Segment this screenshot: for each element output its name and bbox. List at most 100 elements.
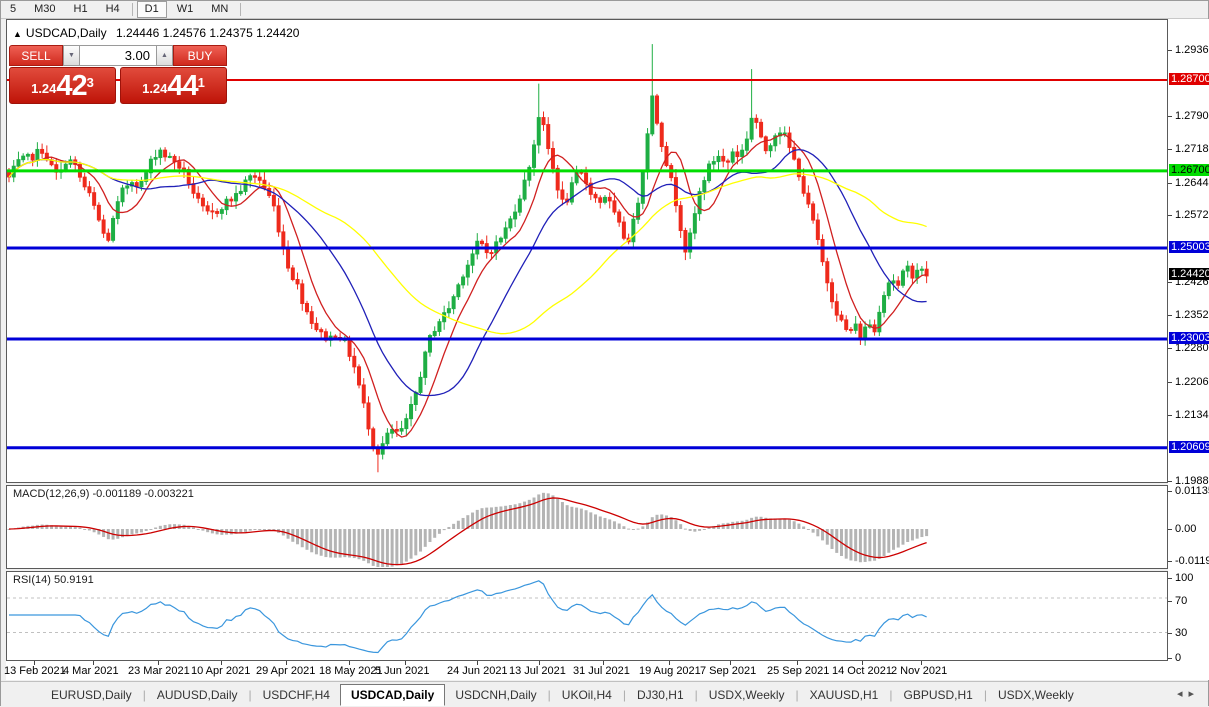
volume-box	[80, 45, 156, 66]
timeframe-button-5[interactable]: 5	[2, 1, 24, 18]
sell-price-prefix: 1.24	[31, 77, 56, 101]
tab-dj30-h1[interactable]: DJ30,H1	[627, 685, 694, 705]
date-label: 31 Jul 2021	[573, 665, 630, 677]
indicator-tick-mark	[1168, 658, 1172, 659]
timeframe-button-h4[interactable]: H4	[98, 1, 128, 18]
one-click-trading-widget: SELL ▼ ▲ BUY 1.24423 1.24441	[9, 45, 227, 104]
tab-xauusd-h1[interactable]: XAUUSD,H1	[800, 685, 889, 705]
indicator-tick-mark	[1168, 491, 1172, 492]
collapse-panel-icon[interactable]: ▲	[13, 29, 22, 39]
price-badge-123003: 1.23003	[1169, 332, 1209, 344]
date-label: 13 Feb 2021	[4, 665, 66, 677]
tab-separator: |	[984, 688, 987, 702]
price-tick-label: 1.27900	[1175, 110, 1209, 122]
tab-usdx-weekly[interactable]: USDX,Weekly	[988, 685, 1084, 705]
buy-price-prefix: 1.24	[142, 77, 167, 101]
price-tick-mark	[1168, 50, 1172, 51]
rsi-current-value: 50.9191	[54, 574, 94, 586]
date-label: 25 Sep 2021	[767, 665, 829, 677]
tab-eurusd-daily[interactable]: EURUSD,Daily	[41, 685, 142, 705]
price-badge-126700: 1.26700	[1169, 164, 1209, 176]
buy-price-big: 44	[167, 72, 197, 101]
chart-ohlc-values: 1.24446 1.24576 1.24375 1.24420	[116, 26, 300, 40]
sell-button[interactable]: SELL	[9, 45, 63, 66]
tab-gbpusd-h1[interactable]: GBPUSD,H1	[893, 685, 982, 705]
platform-window: 5M30H1H4 D1W1MN ▲ USDCAD,Daily 1.24446 1.2…	[0, 0, 1209, 706]
sell-price-quote[interactable]: 1.24423	[9, 67, 116, 104]
date-label: 13 Jul 2021	[509, 665, 566, 677]
tab-usdcad-daily[interactable]: USDCAD,Daily	[340, 684, 445, 706]
tab-scroll-left-icon[interactable]: ◂	[1177, 688, 1189, 700]
volume-decrease-button[interactable]: ▼	[63, 45, 80, 66]
price-tick-mark	[1168, 348, 1172, 349]
tab-usdx-weekly[interactable]: USDX,Weekly	[699, 685, 795, 705]
price-badge-128700: 1.28700	[1169, 73, 1209, 85]
date-label: 14 Oct 2021	[832, 665, 892, 677]
date-label: 23 Mar 2021	[128, 665, 190, 677]
price-tick-mark	[1168, 183, 1172, 184]
rsi-indicator-label: RSI(14) 50.9191	[13, 574, 94, 586]
timeframe-button-d1[interactable]: D1	[137, 1, 167, 18]
price-tick-label: 1.29360	[1175, 44, 1209, 56]
tab-scroll-arrows[interactable]: ◂▸	[1177, 687, 1200, 700]
price-axis[interactable]: 1.293601.279001.271801.264401.257201.242…	[1168, 19, 1209, 661]
indicator-tick-label: -0.01190	[1175, 555, 1209, 567]
tab-ukoil-h4[interactable]: UKOil,H4	[552, 685, 622, 705]
timeframe-button-h1[interactable]: H1	[66, 1, 96, 18]
indicator-tick-label: 70	[1175, 595, 1187, 607]
price-tick-label: 1.22060	[1175, 376, 1209, 388]
toolbar-separator	[240, 3, 241, 16]
date-label: 2 Nov 2021	[891, 665, 947, 677]
volume-increase-button[interactable]: ▲	[156, 45, 173, 66]
date-label: 7 Sep 2021	[700, 665, 756, 677]
rsi-panel[interactable]	[6, 571, 1168, 661]
timeframe-button-mn[interactable]: MN	[203, 1, 236, 18]
macd-name: MACD(12,26,9)	[13, 488, 89, 500]
tab-usdchf-h4[interactable]: USDCHF,H4	[253, 685, 340, 705]
chart-symbol-label: USDCAD,Daily	[26, 26, 107, 40]
price-tick-label: 1.25720	[1175, 209, 1209, 221]
tab-scroll-right-icon[interactable]: ▸	[1188, 688, 1200, 700]
price-badge-125003: 1.25003	[1169, 241, 1209, 253]
indicator-tick-label: 30	[1175, 627, 1187, 639]
date-label: 18 May 2021	[319, 665, 383, 677]
price-tick-mark	[1168, 315, 1172, 316]
tab-audusd-daily[interactable]: AUDUSD,Daily	[147, 685, 248, 705]
date-label: 24 Jun 2021	[447, 665, 508, 677]
price-tick-label: 1.21340	[1175, 409, 1209, 421]
date-label: 29 Apr 2021	[256, 665, 315, 677]
toolbar-separator	[132, 3, 133, 16]
date-label: 10 Apr 2021	[191, 665, 250, 677]
buy-button[interactable]: BUY	[173, 45, 227, 66]
price-badge-120609: 1.20609	[1169, 441, 1209, 453]
indicator-tick-mark	[1168, 529, 1172, 530]
tab-usdcnh-daily[interactable]: USDCNH,Daily	[445, 685, 546, 705]
price-badge-124420: 1.24420	[1169, 268, 1209, 280]
date-label: 5 Jun 2021	[375, 665, 429, 677]
price-tick-mark	[1168, 282, 1172, 283]
tab-separator: |	[249, 688, 252, 702]
timeframe-button-w1[interactable]: W1	[169, 1, 202, 18]
tab-separator: |	[143, 688, 146, 702]
macd-indicator-label: MACD(12,26,9) -0.001189 -0.003221	[13, 488, 194, 500]
price-tick-label: 1.26440	[1175, 177, 1209, 189]
tab-separator: |	[889, 688, 892, 702]
tab-separator: |	[623, 688, 626, 702]
date-label: 4 Mar 2021	[63, 665, 119, 677]
indicator-tick-label: 0.01135	[1175, 485, 1209, 497]
indicator-tick-mark	[1168, 633, 1172, 634]
sell-price-sup: 3	[87, 65, 94, 101]
date-axis[interactable]: 13 Feb 20214 Mar 2021 23 Mar 202110 Apr 2…	[6, 661, 1209, 680]
chart-tab-bar: EURUSD,Daily|AUDUSD,Daily|USDCHF,H4USDCA…	[1, 681, 1208, 707]
rsi-name: RSI(14)	[13, 574, 51, 586]
price-tick-mark	[1168, 415, 1172, 416]
tab-separator: |	[796, 688, 799, 702]
volume-input[interactable]	[80, 46, 156, 65]
indicator-tick-mark	[1168, 601, 1172, 602]
indicator-tick-mark	[1168, 561, 1172, 562]
price-tick-label: 1.27180	[1175, 143, 1209, 155]
timeframe-button-m30[interactable]: M30	[26, 1, 63, 18]
timeframe-toolbar: 5M30H1H4 D1W1MN	[1, 1, 1208, 19]
buy-price-quote[interactable]: 1.24441	[120, 67, 227, 104]
price-tick-mark	[1168, 149, 1172, 150]
